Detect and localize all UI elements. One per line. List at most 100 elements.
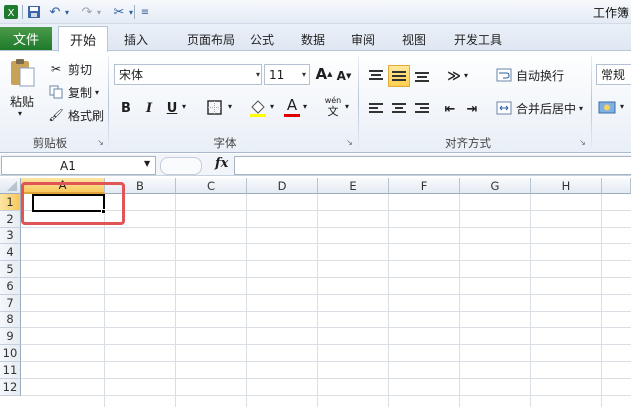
- copy-icon: [47, 83, 65, 101]
- separator: [22, 5, 23, 19]
- column-gridline: [459, 194, 460, 407]
- number-format-combo[interactable]: 常规: [596, 64, 631, 85]
- name-box-dropdown-icon[interactable]: ▼: [144, 159, 150, 168]
- row-gridline: [21, 293, 631, 295]
- formula-mode-toggle[interactable]: [160, 157, 202, 175]
- undo-dropdown-icon[interactable]: ▾: [58, 3, 76, 21]
- column-header-g[interactable]: G: [460, 178, 531, 194]
- phonetic-icon[interactable]: wén 文: [322, 97, 344, 119]
- clipboard-launcher-icon[interactable]: ↘: [96, 138, 105, 147]
- tab-developer[interactable]: 开发工具: [448, 29, 508, 50]
- increase-indent-icon[interactable]: ⇥: [462, 99, 482, 119]
- tab-data[interactable]: 数据: [295, 29, 331, 50]
- merge-icon: [495, 99, 513, 117]
- align-left-icon[interactable]: [366, 99, 386, 119]
- underline-button[interactable]: U: [162, 98, 182, 118]
- column-gridline: [601, 194, 602, 407]
- column-gridline: [175, 194, 176, 407]
- paste-icon[interactable]: [8, 58, 36, 88]
- italic-button[interactable]: I: [139, 98, 159, 118]
- column-header-d[interactable]: D: [247, 178, 318, 194]
- merge-dropdown-icon[interactable]: ▾: [579, 104, 583, 113]
- font-name-combo[interactable]: 宋体: [114, 64, 262, 85]
- column-header-h[interactable]: H: [531, 178, 602, 194]
- font-color-icon[interactable]: A: [282, 96, 302, 118]
- row-header-6[interactable]: 6: [0, 278, 21, 295]
- row-header-3[interactable]: 3: [0, 227, 21, 245]
- align-right-icon[interactable]: [412, 99, 432, 119]
- name-box[interactable]: A1: [1, 156, 156, 175]
- number-format-value: 常规: [601, 68, 626, 82]
- customize-icon[interactable]: ≡: [136, 3, 154, 21]
- alignment-group-label: 对齐方式: [445, 136, 491, 150]
- row-header-5[interactable]: 5: [0, 261, 21, 278]
- align-top-icon[interactable]: [366, 66, 386, 86]
- select-all-button[interactable]: [0, 178, 21, 194]
- font-name-dropdown-icon[interactable]: ▾: [252, 64, 264, 85]
- align-center-icon[interactable]: [389, 99, 409, 119]
- tab-home[interactable]: 开始: [58, 26, 108, 52]
- row-header-10[interactable]: 10: [0, 345, 21, 362]
- alignment-launcher-icon[interactable]: ↘: [578, 138, 587, 147]
- font-color-dropdown-icon[interactable]: ▾: [303, 102, 307, 111]
- wrap-text-button[interactable]: 自动换行: [495, 66, 564, 84]
- row-header-8[interactable]: 8: [0, 311, 21, 329]
- copy-button[interactable]: 复制 ▾: [47, 83, 99, 101]
- merge-center-button[interactable]: 合并后居中 ▾: [495, 99, 583, 117]
- border-icon[interactable]: [207, 100, 223, 119]
- row-header-11[interactable]: 11: [0, 362, 21, 379]
- tab-insert[interactable]: 插入: [118, 29, 154, 50]
- underline-dropdown-icon[interactable]: ▾: [182, 102, 186, 111]
- column-header-partial[interactable]: [602, 178, 631, 194]
- tab-formulas[interactable]: 公式: [244, 29, 280, 50]
- formula-input[interactable]: [234, 156, 631, 175]
- tab-page-layout[interactable]: 页面布局: [168, 29, 254, 50]
- align-middle-icon[interactable]: [388, 65, 410, 87]
- column-header-c[interactable]: C: [176, 178, 247, 194]
- row-header-2[interactable]: 2: [0, 210, 21, 228]
- shrink-font-button[interactable]: A ▼: [334, 66, 354, 86]
- column-header-e[interactable]: E: [318, 178, 389, 194]
- orientation-icon[interactable]: ≫: [444, 66, 464, 86]
- wrap-text-icon: [495, 66, 513, 84]
- currency-dropdown-icon[interactable]: ▾: [620, 102, 624, 111]
- tab-view[interactable]: 视图: [396, 29, 432, 50]
- align-bottom-icon[interactable]: [412, 66, 432, 86]
- phonetic-dropdown-icon[interactable]: ▾: [345, 102, 349, 111]
- cut-button[interactable]: ✂ 剪切: [47, 60, 92, 78]
- paste-label[interactable]: 粘贴: [10, 93, 34, 110]
- excel-logo-icon[interactable]: X: [2, 3, 20, 21]
- column-gridline: [530, 194, 531, 407]
- row-header-9[interactable]: 9: [0, 328, 21, 346]
- insert-function-icon[interactable]: fx: [215, 156, 228, 171]
- row-gridline: [21, 394, 631, 396]
- row-header-1[interactable]: 1: [0, 194, 21, 211]
- redo-dropdown-icon[interactable]: ▾: [90, 3, 108, 21]
- font-size-dropdown-icon[interactable]: ▾: [298, 64, 310, 85]
- row-header-4[interactable]: 4: [0, 244, 21, 262]
- formula-controls: fx: [160, 156, 232, 175]
- border-dropdown-icon[interactable]: ▾: [228, 102, 232, 111]
- row-gridline: [21, 277, 631, 278]
- format-painter-button[interactable]: 🖌 格式刷: [47, 106, 104, 124]
- row-header-7[interactable]: 7: [0, 294, 21, 312]
- grow-font-button[interactable]: A ▲: [314, 64, 334, 84]
- row-gridline: [21, 226, 631, 228]
- bold-button[interactable]: B: [116, 98, 136, 118]
- tab-file[interactable]: 文件: [0, 27, 52, 50]
- row-gridline: [21, 344, 631, 346]
- tab-review[interactable]: 审阅: [345, 29, 381, 50]
- font-launcher-icon[interactable]: ↘: [345, 138, 354, 147]
- group-separator: [358, 56, 359, 150]
- decrease-indent-icon[interactable]: ⇤: [440, 99, 460, 119]
- row-header-12[interactable]: 12: [0, 378, 21, 396]
- currency-icon[interactable]: [598, 99, 618, 120]
- paintbrush-icon: 🖌: [48, 108, 64, 122]
- column-header-f[interactable]: F: [389, 178, 460, 194]
- fill-color-icon[interactable]: [249, 98, 267, 121]
- save-icon[interactable]: [25, 3, 43, 21]
- orientation-dropdown-icon[interactable]: ▾: [464, 71, 468, 80]
- copy-dropdown-icon[interactable]: ▾: [95, 88, 99, 97]
- fill-color-dropdown-icon[interactable]: ▾: [270, 102, 274, 111]
- paste-dropdown-icon[interactable]: ▾: [18, 109, 22, 118]
